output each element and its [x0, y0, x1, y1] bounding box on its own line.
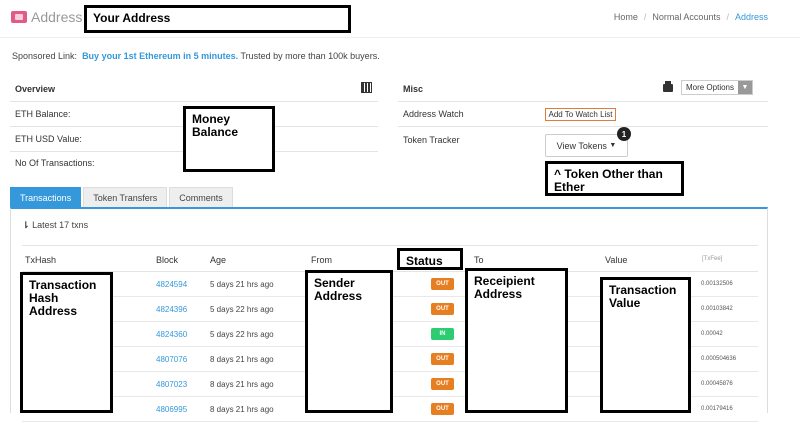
token-count-badge: 1: [617, 127, 631, 141]
divider: [10, 101, 378, 102]
col-to: To: [474, 255, 484, 265]
tx-count-label: No Of Transactions:: [15, 158, 95, 168]
status-badge: OUT: [431, 403, 454, 415]
status-badge: OUT: [431, 278, 454, 290]
age-cell: 8 days 21 hrs ago: [210, 380, 274, 389]
view-tokens-button[interactable]: View Tokens ▼: [545, 134, 628, 157]
breadcrumb-address: Address: [734, 12, 768, 22]
annotation-status: Status: [397, 248, 463, 270]
sponsored-link: Sponsored Link: Buy your 1st Ethereum in…: [12, 51, 380, 61]
tab-transactions[interactable]: Transactions: [10, 187, 82, 208]
annotation-value: Transaction Value: [600, 277, 691, 413]
sponsor-suffix: Trusted by more than 100k buyers.: [240, 51, 380, 61]
divider: [398, 126, 768, 127]
latest-txns: ⇂ Latest 17 txns: [22, 220, 88, 231]
breadcrumb-separator: /: [643, 12, 647, 22]
page-title: Address: [31, 9, 83, 25]
age-cell: 5 days 21 hrs ago: [210, 280, 274, 289]
tab-comments[interactable]: Comments: [169, 187, 233, 208]
block-link[interactable]: 4824396: [156, 305, 187, 314]
eth-balance-label: ETH Balance:: [15, 109, 71, 119]
sponsor-prefix: Sponsored Link:: [12, 51, 78, 61]
misc-heading: Misc: [403, 84, 424, 94]
address-watch-label: Address Watch: [403, 109, 464, 119]
annotation-your-address: Your Address: [84, 5, 351, 33]
age-cell: 8 days 21 hrs ago: [210, 355, 274, 364]
age-cell: 5 days 22 hrs ago: [210, 305, 274, 314]
view-tokens-label: View Tokens: [556, 140, 607, 151]
status-badge: OUT: [431, 353, 454, 365]
block-link[interactable]: 4807023: [156, 380, 187, 389]
printer-icon[interactable]: [663, 81, 673, 92]
annotation-sender: Sender Address: [305, 270, 393, 413]
divider: [398, 101, 768, 102]
col-txhash: TxHash: [25, 255, 57, 265]
latest-txns-label: Latest 17 txns: [32, 220, 89, 230]
eth-usd-label: ETH USD Value:: [15, 134, 82, 144]
breadcrumb-home[interactable]: Home: [614, 12, 638, 22]
overview-heading: Overview: [15, 84, 56, 94]
add-to-watch-list-button[interactable]: Add To Watch List: [545, 108, 616, 121]
block-link[interactable]: 4824594: [156, 280, 187, 289]
breadcrumb: Home / Normal Accounts / Address: [614, 12, 768, 22]
annotation-recipient: Receipient Address: [465, 268, 568, 413]
col-value: Value: [605, 255, 628, 265]
chevron-down-icon: ▼: [738, 81, 752, 94]
block-link[interactable]: 4807076: [156, 355, 187, 364]
caret-down-icon: ▼: [609, 142, 617, 149]
status-badge: IN: [431, 328, 454, 340]
more-options-button[interactable]: More Options ▼: [681, 80, 753, 95]
status-badge: OUT: [431, 378, 454, 390]
col-txfee: [TxFee]: [702, 256, 723, 262]
breadcrumb-separator: /: [726, 12, 729, 22]
status-badge: OUT: [431, 303, 454, 315]
breadcrumb-normal-accounts[interactable]: Normal Accounts: [652, 12, 720, 22]
col-block: Block: [156, 255, 179, 265]
txfee-cell: 0.00042: [701, 331, 723, 337]
qr-code-icon[interactable]: [361, 82, 372, 93]
age-cell: 5 days 22 hrs ago: [210, 330, 274, 339]
annotation-money-balance: Money Balance: [183, 106, 275, 172]
token-tracker-label: Token Tracker: [403, 135, 460, 145]
txfee-cell: 0.00132506: [701, 281, 733, 287]
txfee-cell: 0.00103842: [701, 306, 733, 312]
tab-bar: Transactions Token Transfers Comments: [10, 187, 233, 208]
tab-token-transfers[interactable]: Token Transfers: [83, 187, 168, 208]
more-options-label: More Options: [685, 83, 735, 92]
address-icon: [11, 11, 27, 23]
txfee-cell: 0.00179416: [701, 406, 733, 412]
annotation-token-other: ^ Token Other than Ether: [545, 161, 684, 196]
col-from: From: [311, 255, 332, 265]
annotation-txhash: Transaction Hash Address: [20, 272, 113, 413]
txfee-cell: 0.00045876: [701, 381, 733, 387]
txfee-cell: 0.000504636: [701, 356, 737, 362]
sponsor-link[interactable]: Buy your 1st Ethereum in 5 minutes.: [82, 51, 238, 61]
table-top-border: [22, 245, 758, 246]
sort-icon: ⇂: [22, 220, 30, 230]
block-link[interactable]: 4824360: [156, 330, 187, 339]
col-age: Age: [210, 255, 227, 265]
